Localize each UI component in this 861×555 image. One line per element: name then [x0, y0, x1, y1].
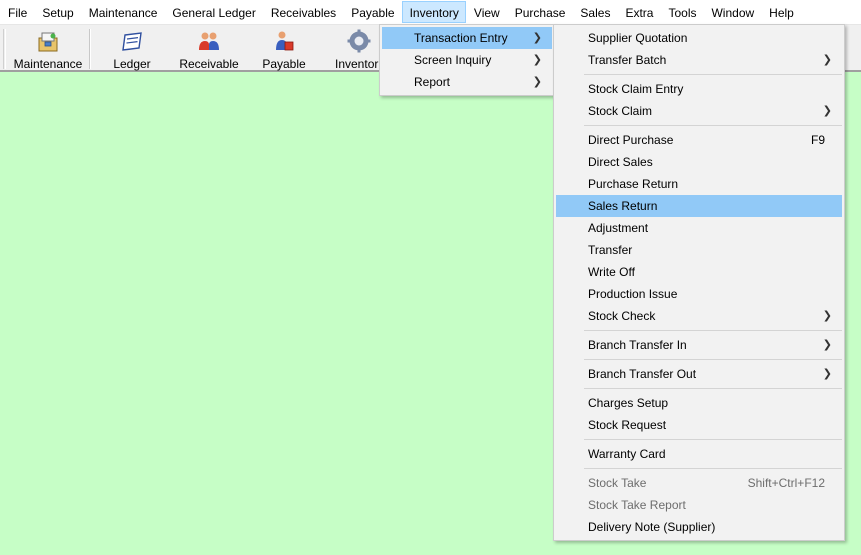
toolbar-ledger-button[interactable]: Ledger	[103, 27, 161, 71]
menu-purchase[interactable]: Purchase	[507, 1, 573, 23]
menu-inventory[interactable]: Inventory	[401, 1, 466, 23]
menu-item-label: Write Off	[588, 265, 635, 279]
menu-item-supplier-quotation[interactable]: Supplier Quotation	[556, 27, 842, 49]
menu-sales[interactable]: Sales	[572, 1, 617, 23]
menu-item-label: Supplier Quotation	[588, 31, 688, 45]
menu-item-stock-claim[interactable]: Stock Claim ❯	[556, 100, 842, 122]
submenu-arrow-icon: ❯	[822, 368, 832, 380]
menu-item-label: Delivery Note (Supplier)	[588, 520, 716, 534]
menu-separator	[584, 71, 842, 78]
toolbar-grip[interactable]	[3, 29, 6, 69]
toolbar-label: Ledger	[113, 57, 151, 71]
menu-item-label: Transfer	[588, 243, 633, 257]
submenu-arrow-icon: ❯	[532, 32, 542, 44]
menu-item-stock-claim-entry[interactable]: Stock Claim Entry	[556, 78, 842, 100]
menu-item-label: Stock Check	[588, 309, 656, 323]
menu-item-label: Branch Transfer In	[588, 338, 687, 352]
menu-item-label: Transaction Entry	[414, 31, 508, 45]
menu-item-label: Screen Inquiry	[414, 53, 492, 67]
submenu-arrow-icon: ❯	[822, 105, 832, 117]
menu-extra[interactable]: Extra	[617, 1, 660, 23]
menu-item-report[interactable]: Report ❯	[382, 71, 552, 93]
menu-item-label: Production Issue	[588, 287, 678, 301]
toolbar-label: Inventor	[335, 57, 379, 71]
submenu-arrow-icon: ❯	[532, 76, 542, 88]
toolbar-label: Receivable	[179, 57, 239, 71]
menu-item-label: Warranty Card	[588, 447, 666, 461]
submenu-arrow-icon: ❯	[822, 310, 832, 322]
menu-item-branch-transfer-out[interactable]: Branch Transfer Out ❯	[556, 363, 842, 385]
menu-window[interactable]: Window	[703, 1, 761, 23]
menu-item-sales-return[interactable]: Sales Return	[556, 195, 842, 217]
menu-item-label: Stock Claim	[588, 104, 653, 118]
submenu-arrow-icon: ❯	[822, 54, 832, 66]
menu-separator	[584, 385, 842, 392]
menu-item-transfer-batch[interactable]: Transfer Batch ❯	[556, 49, 842, 71]
menu-item-label: Direct Purchase	[588, 133, 674, 147]
menu-tools[interactable]: Tools	[660, 1, 703, 23]
menu-item-label: Report	[414, 75, 451, 89]
menu-item-label: Stock Claim Entry	[588, 82, 684, 96]
menu-item-adjustment[interactable]: Adjustment	[556, 217, 842, 239]
menu-item-branch-transfer-in[interactable]: Branch Transfer In ❯	[556, 334, 842, 356]
menu-view[interactable]: View	[466, 1, 507, 23]
menu-item-stock-request[interactable]: Stock Request	[556, 414, 842, 436]
menu-item-label: Charges Setup	[588, 396, 669, 410]
menu-separator	[584, 122, 842, 129]
menu-item-production-issue[interactable]: Production Issue	[556, 283, 842, 305]
menu-item-label: Transfer Batch	[588, 53, 667, 67]
menu-item-label: Purchase Return	[588, 177, 679, 191]
menu-item-label: Stock Take Report	[588, 498, 686, 512]
submenu-arrow-icon: ❯	[532, 54, 542, 66]
menu-separator	[584, 465, 842, 472]
menu-receivables[interactable]: Receivables	[263, 1, 343, 23]
menu-setup[interactable]: Setup	[34, 1, 80, 23]
menu-item-stock-check[interactable]: Stock Check ❯	[556, 305, 842, 327]
toolbar-maintenance-button[interactable]: Maintenance	[10, 27, 86, 71]
inventory-menu: Transaction Entry ❯ Screen Inquiry ❯ Rep…	[379, 24, 555, 96]
menu-item-direct-sales[interactable]: Direct Sales	[556, 151, 842, 173]
menu-payable[interactable]: Payable	[343, 1, 401, 23]
menu-item-shortcut: F9	[810, 133, 825, 147]
menu-item-delivery-note-supplier[interactable]: Delivery Note (Supplier)	[556, 516, 842, 538]
menu-item-screen-inquiry[interactable]: Screen Inquiry ❯	[382, 49, 552, 71]
payable-icon	[276, 31, 294, 51]
menu-help[interactable]: Help	[761, 1, 801, 23]
menu-item-label: Adjustment	[588, 221, 649, 235]
toolbar-label: Maintenance	[13, 57, 83, 71]
maintenance-icon	[38, 32, 58, 52]
menu-bar: File Setup Maintenance General Ledger Re…	[0, 0, 861, 25]
menu-item-direct-purchase[interactable]: Direct Purchase F9	[556, 129, 842, 151]
menu-item-shortcut: Shift+Ctrl+F12	[747, 476, 825, 490]
menu-item-stock-take-report: Stock Take Report	[556, 494, 842, 516]
menu-separator	[584, 327, 842, 334]
menu-item-purchase-return[interactable]: Purchase Return	[556, 173, 842, 195]
submenu-arrow-icon: ❯	[822, 339, 832, 351]
inventory-gear-icon	[347, 29, 371, 53]
ledger-icon	[122, 32, 142, 51]
menu-item-charges-setup[interactable]: Charges Setup	[556, 392, 842, 414]
transaction-entry-submenu: Supplier Quotation Transfer Batch ❯ Stoc…	[553, 24, 845, 541]
menu-item-label: Sales Return	[588, 199, 658, 213]
menu-item-label: Stock Request	[588, 418, 667, 432]
menu-item-write-off[interactable]: Write Off	[556, 261, 842, 283]
menu-item-transfer[interactable]: Transfer	[556, 239, 842, 261]
menu-item-label: Stock Take	[588, 476, 647, 490]
menu-file[interactable]: File	[0, 1, 34, 23]
menu-item-label: Direct Sales	[588, 155, 653, 169]
toolbar-payable-button[interactable]: Payable	[257, 27, 311, 71]
menu-separator	[584, 356, 842, 363]
menu-item-transaction-entry[interactable]: Transaction Entry ❯	[382, 27, 552, 49]
toolbar-label: Payable	[262, 57, 306, 71]
menu-item-stock-take: Stock Take Shift+Ctrl+F12	[556, 472, 842, 494]
menu-general-ledger[interactable]: General Ledger	[164, 1, 262, 23]
menu-item-warranty-card[interactable]: Warranty Card	[556, 443, 842, 465]
receivable-icon	[199, 32, 219, 50]
toolbar-receivable-button[interactable]: Receivable	[177, 27, 241, 71]
menu-maintenance[interactable]: Maintenance	[81, 1, 165, 23]
menu-separator	[584, 436, 842, 443]
toolbar-separator	[89, 29, 91, 69]
menu-item-label: Branch Transfer Out	[588, 367, 697, 381]
toolbar-inventory-button[interactable]: Inventor	[330, 27, 380, 71]
